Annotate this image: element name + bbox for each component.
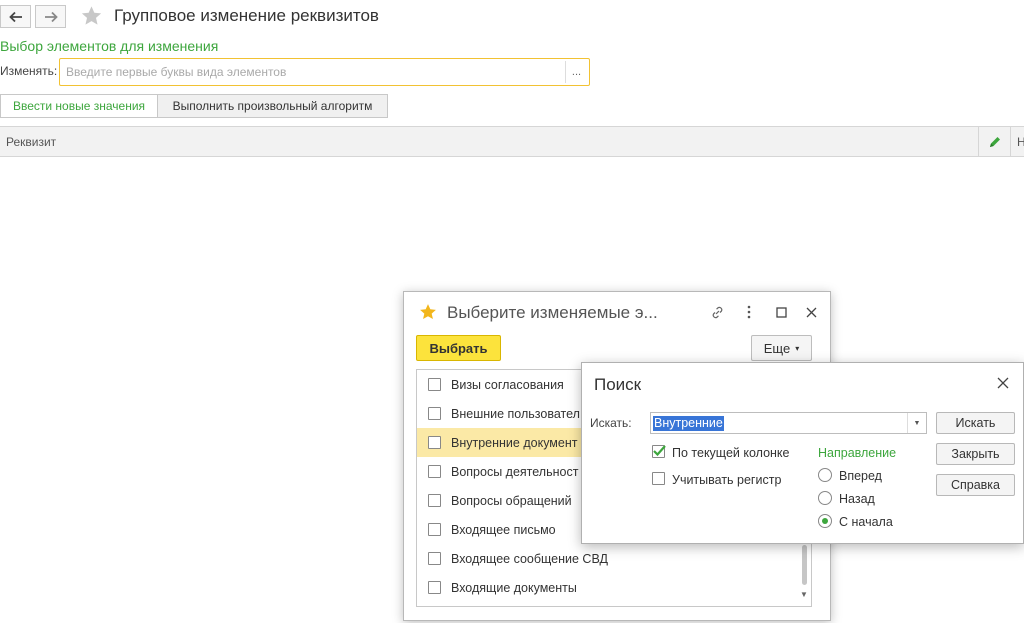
item-label: Входящее письмо	[451, 523, 556, 537]
scrollbar-thumb[interactable]	[802, 545, 807, 585]
find-input-value: Внутренние	[653, 416, 724, 431]
item-checkbox[interactable]	[428, 552, 441, 565]
edit-column-header[interactable]	[978, 127, 1010, 156]
direction-forward-label[interactable]: Вперед	[839, 469, 882, 483]
item-label: Входящие документы	[451, 581, 577, 595]
direction-forward-radio[interactable]	[818, 468, 832, 482]
change-field-label: Изменять:	[0, 64, 58, 78]
search-title: Поиск	[594, 375, 642, 394]
item-checkbox[interactable]	[428, 465, 441, 478]
item-checkbox[interactable]	[428, 436, 441, 449]
find-button[interactable]: Искать	[936, 412, 1015, 434]
match-case-label[interactable]: Учитывать регистр	[672, 473, 781, 487]
item-checkbox[interactable]	[428, 494, 441, 507]
select-button[interactable]: Выбрать	[416, 335, 501, 361]
section-title: Выбор элементов для изменения	[0, 38, 219, 54]
arrow-left-icon	[8, 11, 22, 22]
direction-backward-radio[interactable]	[818, 491, 832, 505]
find-input[interactable]: Внутренние ▼	[650, 412, 927, 434]
close-window-button[interactable]	[801, 302, 821, 322]
direction-backward-label[interactable]: Назад	[839, 492, 875, 506]
checkmark-icon	[653, 445, 666, 457]
select-dots-button[interactable]: ...	[565, 61, 587, 83]
forward-button[interactable]	[35, 5, 66, 28]
maximize-icon	[775, 306, 787, 318]
item-checkbox[interactable]	[428, 523, 441, 536]
more-button-label: Еще	[763, 340, 791, 356]
favorite-star-icon[interactable]	[419, 303, 437, 321]
link-button[interactable]	[707, 302, 727, 322]
item-checkbox[interactable]	[428, 407, 441, 420]
tab-custom-algorithm[interactable]: Выполнить произвольный алгоритм	[157, 94, 388, 118]
change-field: ...	[59, 58, 590, 86]
find-label: Искать:	[590, 416, 632, 430]
favorite-star-icon[interactable]	[80, 5, 103, 27]
item-checkbox[interactable]	[428, 378, 441, 391]
arrow-right-icon	[44, 11, 58, 22]
pencil-icon	[989, 136, 1000, 147]
direction-title: Направление	[818, 446, 897, 460]
vertical-dots-icon	[747, 305, 751, 319]
tab-new-values[interactable]: Ввести новые значения	[0, 94, 157, 118]
item-label: Внешние пользовател	[451, 407, 580, 421]
item-label: Визы согласования	[451, 378, 564, 392]
item-label: Вопросы деятельност	[451, 465, 579, 479]
back-button[interactable]	[0, 5, 31, 28]
chevron-down-icon[interactable]: ▼	[907, 413, 926, 433]
attributes-grid-header: Реквизит Н	[0, 126, 1024, 157]
maximize-button[interactable]	[771, 302, 791, 322]
close-icon	[806, 307, 816, 317]
item-label: Вопросы обращений	[451, 494, 572, 508]
match-case-checkbox[interactable]	[652, 472, 665, 485]
more-button[interactable]: Еще ▾	[751, 335, 812, 361]
direction-from-start-label[interactable]: С начала	[839, 515, 893, 529]
column-header-next[interactable]: Н	[1010, 127, 1024, 156]
list-item[interactable]: Входящее сообщение СВД	[417, 544, 811, 573]
current-column-checkbox[interactable]	[652, 445, 666, 458]
chooser-title: Выберите изменяемые э...	[447, 303, 658, 322]
scroll-down-icon[interactable]: ▼	[800, 590, 808, 599]
change-input[interactable]	[60, 59, 565, 85]
help-button[interactable]: Справка	[936, 474, 1015, 496]
item-label: Внутренние документ	[451, 436, 578, 450]
item-label: Входящее сообщение СВД	[451, 552, 608, 566]
item-checkbox[interactable]	[428, 581, 441, 594]
radio-dot	[822, 518, 828, 524]
close-button[interactable]: Закрыть	[936, 443, 1015, 465]
more-actions-button[interactable]	[739, 302, 759, 322]
direction-from-start-radio[interactable]	[818, 514, 832, 528]
chevron-down-icon: ▾	[795, 343, 800, 353]
list-item[interactable]: Входящие документы	[417, 573, 811, 602]
column-header-attribute[interactable]: Реквизит	[6, 135, 56, 149]
search-dialog: Поиск Искать: Внутренние ▼ Искать Закрыт…	[581, 362, 1024, 544]
page-title: Групповое изменение реквизитов	[114, 6, 379, 25]
close-icon[interactable]	[995, 375, 1011, 391]
link-icon	[712, 306, 722, 318]
current-column-label[interactable]: По текущей колонке	[672, 446, 790, 460]
